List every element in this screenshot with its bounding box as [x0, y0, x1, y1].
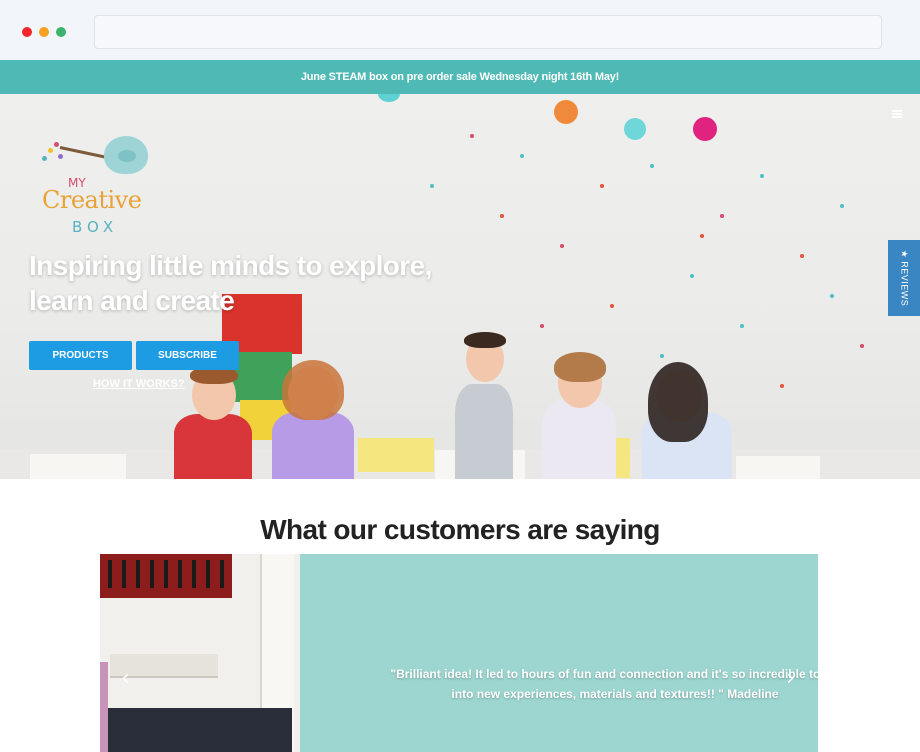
hero-title: Inspiring little minds to explore, learn…: [29, 250, 432, 316]
confetti-dot: [520, 154, 524, 158]
logo-text-creative: Creative: [42, 186, 142, 214]
confetti-dot: [690, 274, 694, 278]
site-logo[interactable]: MY Creative BOX: [42, 136, 152, 236]
child-figure: [272, 412, 354, 479]
confetti-dot: [800, 254, 804, 258]
confetti-dot: [780, 384, 784, 388]
menu-icon[interactable]: [892, 110, 902, 118]
maximize-window-dot[interactable]: [56, 27, 66, 37]
confetti-dot: [660, 354, 664, 358]
confetti-dot: [430, 184, 434, 188]
browser-chrome: [0, 0, 920, 60]
confetti-dot: [740, 324, 744, 328]
honeycomb-decoration: [693, 117, 717, 141]
confetti-dot: [840, 204, 844, 208]
child-figure: [282, 360, 344, 420]
reviews-tab[interactable]: ★ REVIEWS: [888, 240, 920, 316]
testimonials-title: What our customers are saying: [260, 514, 660, 545]
products-button[interactable]: PRODUCTS: [29, 341, 132, 370]
confetti-dot: [500, 214, 504, 218]
testimonial-quote: "Brilliant idea! It led to hours of fun …: [355, 664, 818, 704]
testimonial-slider: "Brilliant idea! It led to hours of fun …: [100, 554, 818, 752]
confetti-dot: [540, 324, 544, 328]
logo-text-box: BOX: [72, 218, 119, 236]
testimonial-photo: [100, 554, 300, 752]
subscribe-button[interactable]: SUBSCRIBE: [136, 341, 239, 370]
announcement-bar: June STEAM box on pre order sale Wednesd…: [0, 60, 920, 94]
child-figure: [554, 352, 606, 382]
confetti-dot: [720, 214, 724, 218]
address-bar[interactable]: [94, 15, 882, 49]
confetti-dot: [650, 164, 654, 168]
photo-child: [100, 662, 108, 752]
hero-banner: MY Creative BOX Inspiring little minds t…: [0, 94, 920, 479]
confetti-dot: [700, 234, 704, 238]
how-it-works-link[interactable]: HOW IT WORKS?: [93, 378, 185, 390]
child-figure: [455, 384, 513, 479]
chevron-left-icon[interactable]: ‹: [121, 666, 130, 691]
honeycomb-decoration: [554, 100, 578, 124]
child-figure: [464, 332, 506, 348]
craft-box: [30, 454, 126, 479]
close-window-dot[interactable]: [22, 27, 32, 37]
bird-wing-icon: [118, 150, 136, 162]
craft-box: [736, 456, 820, 479]
honeycomb-decoration: [378, 94, 400, 102]
confetti-dot: [860, 344, 864, 348]
craft-box: [358, 438, 434, 472]
confetti-dot: [560, 244, 564, 248]
confetti-dot: [830, 294, 834, 298]
child-figure: [542, 400, 616, 479]
testimonial-quote-line: into new experiences, materials and text…: [451, 687, 779, 701]
honeycomb-decoration: [624, 118, 646, 140]
confetti-dot: [470, 134, 474, 138]
testimonial-quote-line: "Brilliant idea! It led to hours of fun …: [390, 667, 818, 681]
child-figure: [648, 362, 708, 442]
confetti-dot: [600, 184, 604, 188]
child-figure: [174, 414, 252, 479]
reviews-tab-label: ★ REVIEWS: [899, 249, 910, 307]
confetti-dot: [610, 304, 614, 308]
chevron-right-icon[interactable]: ›: [786, 666, 795, 691]
photo-step: [100, 708, 292, 752]
minimize-window-dot[interactable]: [39, 27, 49, 37]
confetti-dot: [760, 174, 764, 178]
